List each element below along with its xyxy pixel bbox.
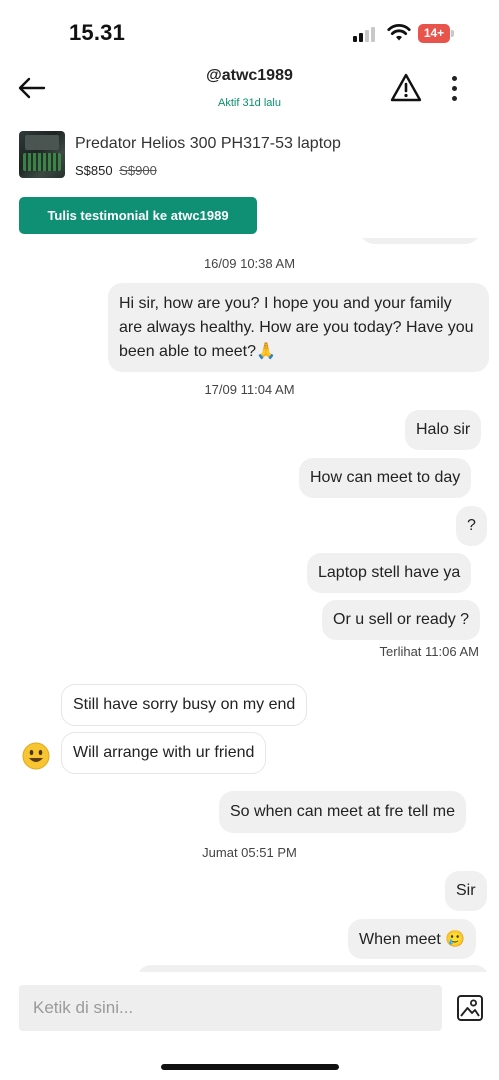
status-bar: 15.31 14+ (0, 0, 499, 62)
message-bubble-partial (360, 238, 480, 244)
write-testimonial-button[interactable]: Tulis testimonial ke atwc1989 (19, 197, 257, 234)
listing-price: S$850 (75, 163, 113, 178)
more-options-button[interactable] (440, 72, 468, 104)
status-time: 15.31 (69, 20, 126, 45)
message-input[interactable] (19, 985, 442, 1031)
message-bubble-partial (137, 965, 489, 972)
chat-messages[interactable]: 16/09 10:38 AM Hi sir, how are you? I ho… (0, 238, 499, 972)
message-bubble-outgoing[interactable]: When meet 🥲 (348, 919, 477, 959)
message-bubble-outgoing[interactable]: Halo sir (405, 410, 482, 450)
last-active-status: Aktif 31d lalu (218, 97, 281, 109)
timestamp: 17/09 11:04 AM (204, 382, 295, 397)
listing-price-row: S$850 S$900 (75, 163, 157, 178)
message-bubble-outgoing[interactable]: ? (456, 506, 487, 546)
listing-thumbnail[interactable] (19, 131, 65, 178)
vertical-dots-icon (451, 75, 457, 81)
message-bubble-incoming[interactable]: Will arrange with ur friend (61, 732, 267, 774)
message-bubble-outgoing[interactable]: Laptop stell have ya (307, 553, 472, 593)
message-bubble-outgoing[interactable]: Or u sell or ready ? (322, 600, 481, 640)
battery-icon: 14+ (418, 24, 454, 43)
message-bubble-outgoing[interactable]: Sir (445, 871, 487, 911)
timestamp: 16/09 10:38 AM (203, 256, 296, 271)
smiley-avatar-icon[interactable] (22, 742, 50, 770)
message-bubble-outgoing[interactable]: How can meet to day (299, 458, 472, 498)
listing-title[interactable]: Predator Helios 300 PH317-53 laptop (75, 135, 341, 153)
image-upload-icon[interactable] (456, 993, 484, 1023)
timestamp: Jumat 05:51 PM (202, 845, 297, 860)
home-indicator (161, 1064, 339, 1070)
chat-username[interactable]: @atwc1989 (0, 67, 499, 85)
battery-level: 14+ (418, 24, 450, 43)
signal-icon (353, 26, 379, 42)
warning-triangle-icon[interactable] (390, 72, 422, 104)
wifi-icon (387, 24, 411, 41)
seen-status: Terlihat 11:06 AM (379, 644, 479, 659)
listing-original-price: S$900 (119, 163, 157, 178)
message-bubble-outgoing[interactable]: So when can meet at fre tell me (219, 791, 466, 833)
message-bubble-outgoing[interactable]: Hi sir, how are you? I hope you and your… (108, 283, 489, 372)
message-bubble-incoming[interactable]: Still have sorry busy on my end (61, 684, 308, 726)
